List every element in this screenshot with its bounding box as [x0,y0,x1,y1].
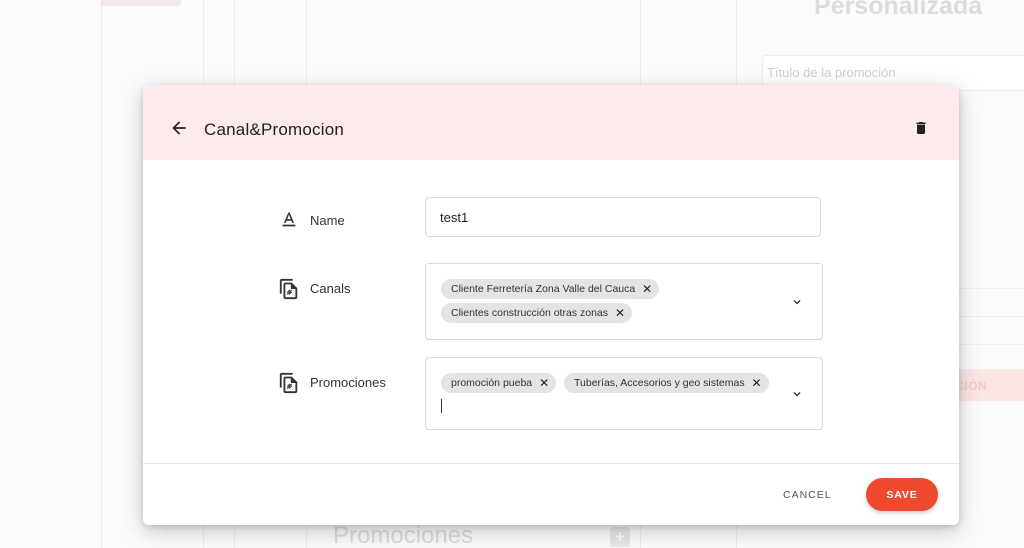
background-tab-chip [101,0,181,6]
canal-chip: Cliente Ferretería Zona Valle del Cauca … [441,279,660,299]
promocion-chip-label: Tuberías, Accesorios y geo sistemas [574,377,745,389]
arrow-left-icon[interactable] [169,118,189,138]
canal-promocion-dialog: Canal&Promocion Name Canals Cliente Ferr… [143,85,959,525]
file-copy-icon [279,372,298,394]
promocion-chip: Tuberías, Accesorios y geo sistemas ✕ [564,373,769,393]
close-icon[interactable]: ✕ [752,373,762,393]
background-column-line [101,0,102,548]
background-heading: Personalizada [814,0,983,20]
chevron-down-icon[interactable] [790,387,804,401]
background-bottom-heading: Promociones [333,522,474,548]
text-format-icon [282,212,296,227]
canal-chip-label: Clientes construcción otras zonas [451,307,608,319]
promocion-chip-label: promoción pueba [451,377,533,389]
chevron-down-icon[interactable] [790,295,804,309]
close-icon[interactable]: ✕ [539,373,549,393]
canals-label: Canals [310,281,351,296]
promocion-chip: promoción pueba ✕ [441,373,557,393]
name-label: Name [310,213,345,228]
canal-chip: Clientes construcción otras zonas ✕ [441,303,632,323]
background-add-icon: + [610,527,630,547]
footer-divider [143,463,959,464]
background-action-label: CIÓN [955,379,988,393]
canal-chip-label: Cliente Ferretería Zona Valle del Cauca [451,283,636,295]
background-title-placeholder: Título de la promoción [767,65,896,80]
canals-select[interactable]: Cliente Ferretería Zona Valle del Cauca … [425,263,823,340]
name-input[interactable] [425,197,821,237]
text-cursor [441,399,442,413]
cancel-button[interactable]: CANCEL [783,489,832,501]
promociones-label: Promociones [310,375,386,390]
trash-icon[interactable] [913,120,929,136]
dialog-title: Canal&Promocion [204,120,345,139]
dialog-header: Canal&Promocion [143,85,959,160]
promociones-select[interactable]: promoción pueba ✕ Tuberías, Accesorios y… [425,357,823,430]
save-button[interactable]: SAVE [866,478,938,511]
close-icon[interactable]: ✕ [642,279,652,299]
close-icon[interactable]: ✕ [615,303,625,323]
file-copy-icon [279,278,298,300]
